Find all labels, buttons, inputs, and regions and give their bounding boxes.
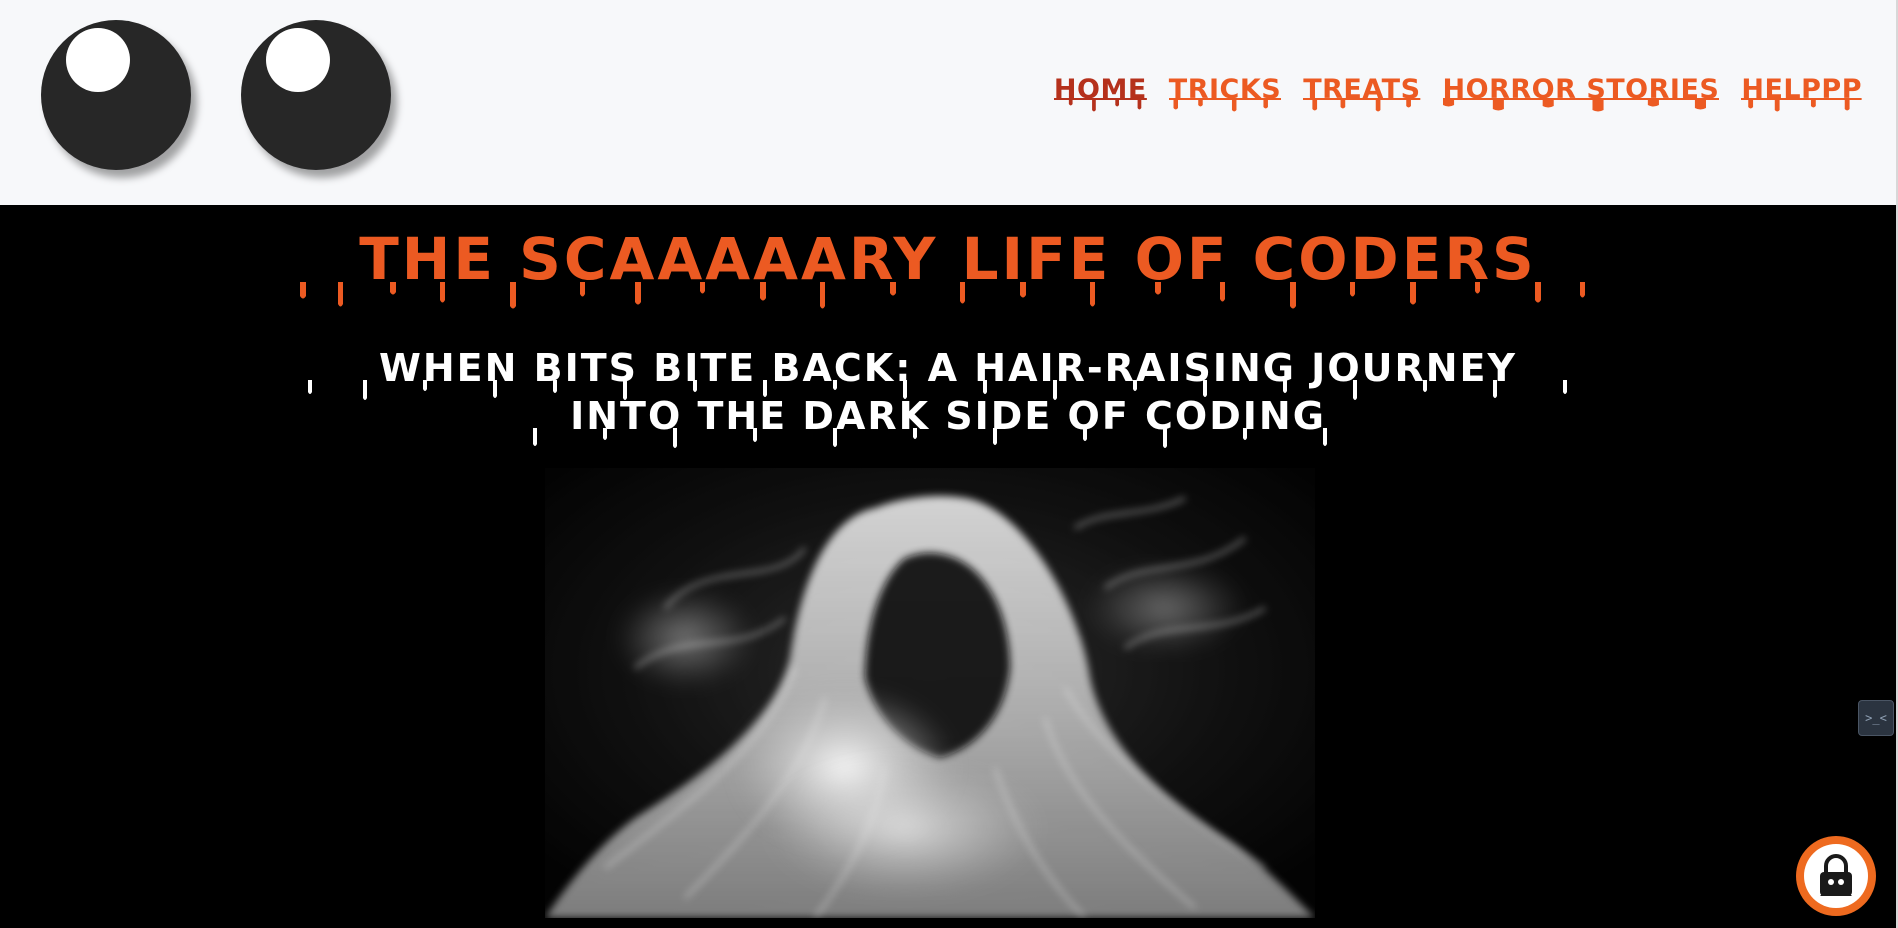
nav-home[interactable]: HOME [1053,74,1147,117]
subtitle-drip-decoration [533,428,1327,448]
left-eye-logo[interactable] [41,20,191,170]
side-devtools-widget[interactable]: >_< [1858,700,1894,736]
ghost-hero-image [545,468,1315,918]
lock-extension-button[interactable] [1796,836,1876,916]
title-drip-decoration [300,282,1585,309]
nav-treats[interactable]: TREATS [1303,74,1421,117]
nav-helppp[interactable]: HELPPP [1741,74,1862,117]
drip-decoration [1168,98,1282,112]
nav-tricks[interactable]: TRICKS [1168,74,1282,117]
drip-decoration [1303,98,1421,112]
drip-decoration [1442,98,1720,112]
lock-ghost-icon [1820,854,1852,896]
page-title: THE SCAAAAARY LIFE OF CODERS [359,225,1537,293]
left-eye-highlight [66,28,130,92]
subtitle-drip-decoration [308,380,1567,400]
main-nav: HOME TRICKS TREATS HORROR STORIES HELPPP [1053,74,1862,117]
side-widget-label: >_< [1865,711,1887,725]
right-eye-highlight [266,28,330,92]
nav-horror-stories[interactable]: HORROR STORIES [1442,74,1720,117]
drip-decoration [1053,98,1147,112]
ghost-illustration [545,468,1315,918]
right-eye-logo[interactable] [241,20,391,170]
drip-decoration [1741,98,1862,112]
lock-inner-circle [1804,844,1868,908]
site-header: HOME TRICKS TREATS HORROR STORIES HELPPP [0,0,1896,205]
